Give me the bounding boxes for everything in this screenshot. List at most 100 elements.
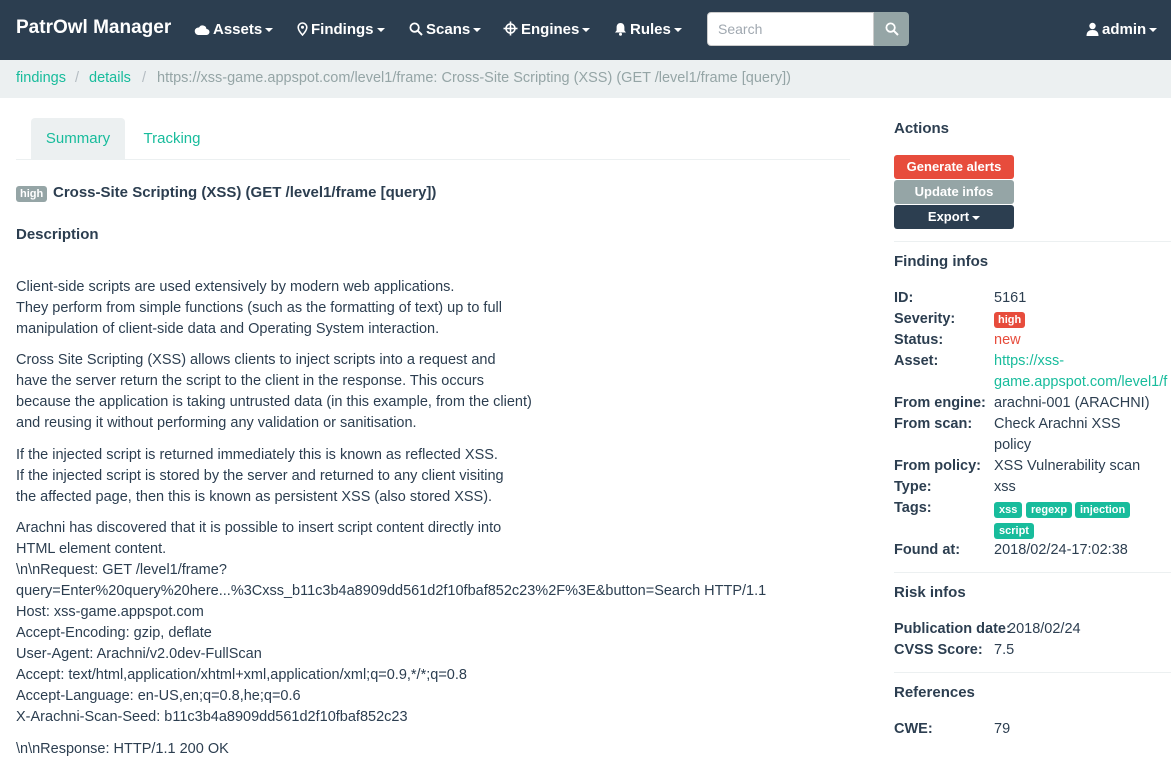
search-icon: [409, 22, 423, 36]
description-line: \n\nResponse: HTTP/1.1 200 OK: [16, 741, 229, 757]
description-line: the affected page, then this is known as…: [16, 489, 493, 505]
nav-scans-label: Scans: [426, 21, 471, 38]
tag-script[interactable]: script: [994, 523, 1034, 539]
scan-label: From scan:: [894, 416, 973, 432]
breadcrumb-details[interactable]: details: [89, 70, 131, 86]
nav-engines-label: Engines: [521, 21, 580, 38]
cwe-value[interactable]: 79: [994, 721, 1010, 737]
description-line: They perform from simple functions (such…: [16, 300, 502, 316]
breadcrumb-separator: /: [75, 70, 80, 86]
tags-label: Tags:: [894, 500, 932, 516]
asset-label: Asset:: [894, 353, 939, 369]
description-line: and reusing it without performing any va…: [16, 415, 417, 431]
export-button-label: Export: [927, 209, 970, 224]
description-line: because the application is taking untrus…: [16, 394, 532, 410]
references-heading: References: [894, 684, 975, 701]
nav-scans[interactable]: Scans: [409, 21, 482, 38]
user-icon: [1086, 22, 1099, 36]
nav-assets-label: Assets: [213, 21, 263, 38]
description-line: Client-side scripts are used extensively…: [16, 279, 455, 295]
description-line: User-Agent: Arachni/v2.0dev-FullScan: [16, 646, 262, 662]
publication-date-label: Publication date:: [894, 621, 1011, 637]
nav-findings-label: Findings: [311, 21, 374, 38]
tab-summary[interactable]: Summary: [31, 118, 125, 160]
search-button[interactable]: [874, 12, 909, 46]
finding-infos-heading: Finding infos: [894, 253, 989, 270]
chevron-down-icon: [972, 215, 981, 220]
chevron-down-icon: [265, 28, 274, 33]
description-line: \n\nRequest: GET /level1/frame?: [16, 562, 227, 578]
risk-infos-heading: Risk infos: [894, 584, 966, 601]
publication-date-value: 2018/02/24: [1008, 621, 1081, 637]
cloud-icon: [194, 25, 210, 35]
divider: [894, 572, 1171, 573]
status-label: Status:: [894, 332, 944, 348]
nav-rules-label: Rules: [630, 21, 671, 38]
generate-alerts-button[interactable]: Generate alerts: [894, 155, 1014, 179]
severity-key: Severity:: [894, 311, 956, 327]
actions-heading: Actions: [894, 120, 950, 137]
chevron-down-icon: [673, 28, 682, 33]
description-line: Accept-Encoding: gzip, deflate: [16, 625, 212, 641]
severity-badge: high: [994, 312, 1026, 328]
scan-value: Check Arachni XSS: [994, 416, 1121, 432]
severity-label: high: [16, 186, 48, 202]
description-line: X-Arachni-Scan-Seed: b11c3b4a8909dd561d2…: [16, 709, 408, 725]
nav-rules[interactable]: Rules: [614, 21, 682, 38]
breadcrumb-current: https://xss-game.appspot.com/level1/fram…: [157, 70, 791, 86]
tag-injection[interactable]: injection: [1075, 502, 1131, 518]
tab-divider: [16, 159, 850, 160]
nav-engines[interactable]: Engines: [503, 21, 591, 38]
id-value: 5161: [994, 290, 1027, 306]
update-infos-button[interactable]: Update infos: [894, 180, 1014, 204]
crosshair-icon: [503, 21, 518, 36]
divider: [894, 672, 1171, 673]
description-line: have the server return the script to the…: [16, 373, 484, 389]
description-line: manipulation of client-side data and Ope…: [16, 321, 440, 337]
description-line: If the injected script is stored by the …: [16, 468, 504, 484]
asset-link-continued[interactable]: game.appspot.com/level1/f: [994, 374, 1167, 390]
engine-label: From engine:: [894, 395, 986, 411]
found-at-value: 2018/02/24-17:02:38: [994, 542, 1128, 558]
description-line: HTML element content.: [16, 541, 167, 557]
description-line: Cross Site Scripting (XSS) allows client…: [16, 352, 496, 368]
nav-findings[interactable]: Findings: [297, 21, 385, 38]
breadcrumb-findings[interactable]: findings: [16, 70, 66, 86]
divider: [894, 241, 1171, 242]
description-heading: Description: [16, 226, 99, 243]
map-marker-icon: [297, 22, 308, 37]
tag-regexp[interactable]: regexp: [1026, 502, 1073, 518]
user-menu[interactable]: admin: [1086, 21, 1158, 38]
found-at-label: Found at:: [894, 542, 961, 558]
type-value: xss: [994, 479, 1016, 495]
tag-xss[interactable]: xss: [994, 502, 1023, 518]
tab-tracking[interactable]: Tracking: [125, 118, 219, 160]
description-line: Accept-Language: en-US,en;q=0.8,he;q=0.6: [16, 688, 301, 704]
status-value: new: [994, 332, 1021, 348]
user-name: admin: [1102, 21, 1147, 38]
cvss-score-value: 7.5: [994, 642, 1015, 658]
navbar: PatrOwl Manager Assets Findings Scans En…: [0, 0, 1171, 60]
breadcrumb: findings / details / https://xss-game.ap…: [0, 60, 1171, 98]
breadcrumb-separator: /: [142, 70, 147, 86]
chevron-down-icon: [473, 28, 482, 33]
id-label: ID:: [894, 290, 914, 306]
chevron-down-icon: [582, 28, 591, 33]
description-line: If the injected script is returned immed…: [16, 447, 498, 463]
policy-value: XSS Vulnerability scan: [994, 458, 1141, 474]
export-button[interactable]: Export: [894, 205, 1014, 229]
description-line: Accept: text/html,application/xhtml+xml,…: [16, 667, 467, 683]
engine-value: arachni-001 (ARACHNI): [994, 395, 1150, 411]
nav-assets[interactable]: Assets: [194, 21, 274, 38]
bell-icon: [615, 23, 626, 36]
type-label: Type:: [894, 479, 932, 495]
search-input[interactable]: [707, 12, 874, 46]
brand-logo[interactable]: PatrOwl Manager: [16, 17, 171, 39]
chevron-down-icon: [376, 28, 385, 33]
description-line: query=Enter%20query%20here...%3Cxss_b11c…: [16, 583, 767, 599]
policy-label: From policy:: [894, 458, 982, 474]
chevron-down-icon: [1149, 28, 1158, 33]
asset-link[interactable]: https://xss-: [994, 353, 1064, 369]
cvss-score-label: CVSS Score:: [894, 642, 983, 658]
search-icon: [885, 22, 899, 36]
